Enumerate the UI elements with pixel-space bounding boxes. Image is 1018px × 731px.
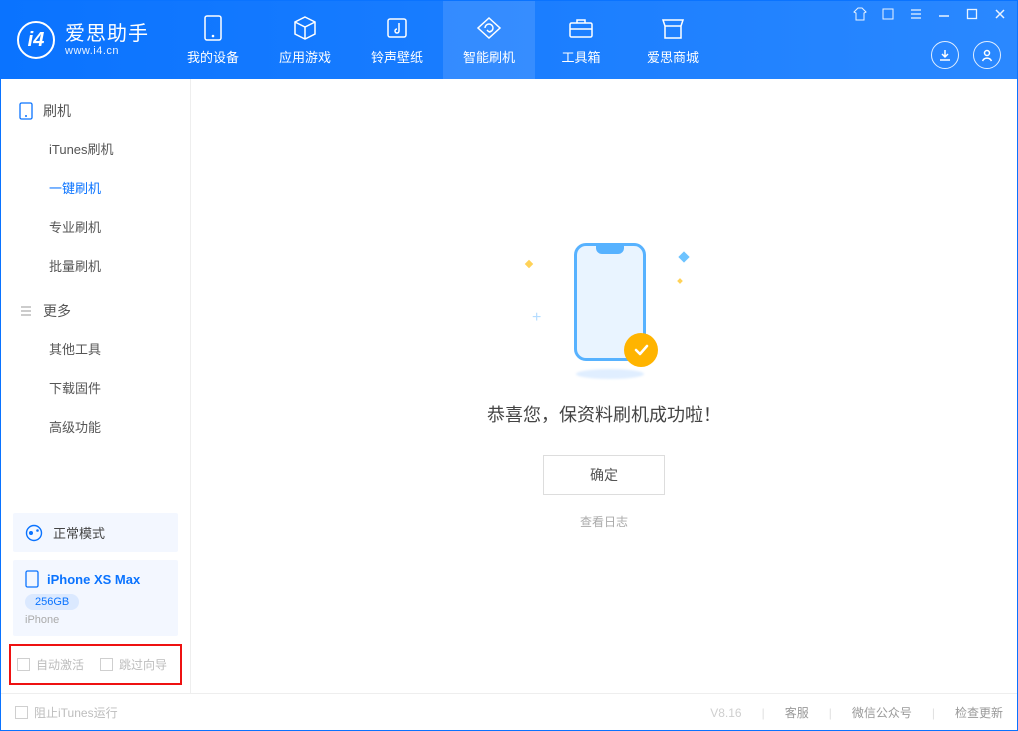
success-message: 恭喜您，保资料刷机成功啦！ [487, 401, 721, 427]
view-log-link[interactable]: 查看日志 [580, 513, 628, 530]
user-icon[interactable] [973, 41, 1001, 69]
tab-ringtones[interactable]: 铃声壁纸 [351, 1, 443, 79]
window-controls [853, 7, 1007, 21]
music-icon [384, 15, 410, 41]
tab-label: 我的设备 [187, 47, 239, 66]
mini-window-icon[interactable] [881, 7, 895, 21]
app-site: www.i4.cn [65, 45, 149, 57]
minimize-icon[interactable] [937, 7, 951, 21]
checkbox-icon [17, 658, 30, 671]
sidebar: 刷机 iTunes刷机 一键刷机 专业刷机 批量刷机 更多 其他工具 下载固件 … [1, 79, 191, 693]
tab-label: 工具箱 [561, 47, 600, 66]
main-tabs: 我的设备 应用游戏 铃声壁纸 智能刷机 工具箱 [167, 1, 719, 79]
sidebar-item-oneclick-flash[interactable]: 一键刷机 [1, 168, 190, 207]
mode-label: 正常模式 [53, 523, 105, 542]
checkbox-icon [15, 706, 28, 719]
group-title: 刷机 [43, 101, 71, 121]
checkbox-label: 跳过向导 [119, 656, 167, 673]
status-bar: 阻止iTunes运行 V8.16 | 客服 | 微信公众号 | 检查更新 [1, 693, 1017, 731]
mode-icon [25, 524, 43, 542]
app-logo: i4 爱思助手 www.i4.cn [1, 21, 167, 59]
sidebar-item-itunes-flash[interactable]: iTunes刷机 [1, 129, 190, 168]
tab-my-device[interactable]: 我的设备 [167, 1, 259, 79]
sidebar-group-more: 更多 [1, 293, 190, 329]
device-card[interactable]: iPhone XS Max 256GB iPhone [13, 560, 178, 636]
tab-label: 智能刷机 [463, 47, 515, 66]
device-icon [200, 15, 226, 41]
check-badge-icon [624, 333, 658, 367]
app-header: i4 爱思助手 www.i4.cn 我的设备 应用游戏 铃声壁纸 [1, 1, 1017, 79]
footer-link-support[interactable]: 客服 [785, 704, 809, 721]
tab-flash[interactable]: 智能刷机 [443, 1, 535, 79]
shop-icon [660, 15, 686, 41]
phone-icon [19, 102, 33, 120]
checkbox-label: 阻止iTunes运行 [34, 704, 118, 721]
sidebar-item-other-tools[interactable]: 其他工具 [1, 329, 190, 368]
checkbox-skip-guide[interactable]: 跳过向导 [100, 656, 167, 673]
sidebar-item-download-firmware[interactable]: 下载固件 [1, 368, 190, 407]
checkbox-block-itunes[interactable]: 阻止iTunes运行 [15, 704, 118, 721]
tab-label: 应用游戏 [279, 47, 331, 66]
maximize-icon[interactable] [965, 7, 979, 21]
tab-label: 爱思商城 [647, 47, 699, 66]
sidebar-group-flash: 刷机 [1, 93, 190, 129]
close-icon[interactable] [993, 7, 1007, 21]
group-title: 更多 [43, 301, 71, 321]
device-icon [25, 570, 39, 588]
menu-icon[interactable] [909, 7, 923, 21]
device-name-label: iPhone XS Max [47, 572, 140, 587]
footer-link-update[interactable]: 检查更新 [955, 704, 1003, 721]
device-capacity: 256GB [25, 594, 79, 610]
checkbox-label: 自动激活 [36, 656, 84, 673]
checkbox-auto-activate[interactable]: 自动激活 [17, 656, 84, 673]
refresh-icon [476, 15, 502, 41]
footer-link-wechat[interactable]: 微信公众号 [852, 704, 912, 721]
logo-icon: i4 [17, 21, 55, 59]
ok-button[interactable]: 确定 [543, 455, 665, 495]
tab-store[interactable]: 爱思商城 [627, 1, 719, 79]
download-icon[interactable] [931, 41, 959, 69]
sidebar-item-batch-flash[interactable]: 批量刷机 [1, 246, 190, 285]
cube-icon [292, 15, 318, 41]
header-actions [931, 41, 1001, 69]
list-icon [19, 304, 33, 318]
device-type: iPhone [25, 614, 166, 626]
tab-apps-games[interactable]: 应用游戏 [259, 1, 351, 79]
toolbox-icon [568, 15, 594, 41]
app-name: 爱思助手 [65, 23, 149, 45]
sidebar-item-pro-flash[interactable]: 专业刷机 [1, 207, 190, 246]
success-illustration: + [554, 243, 654, 373]
tab-toolbox[interactable]: 工具箱 [535, 1, 627, 79]
mode-card[interactable]: 正常模式 [13, 513, 178, 552]
shirt-icon[interactable] [853, 7, 867, 21]
version-label: V8.16 [710, 706, 741, 720]
sidebar-item-advanced[interactable]: 高级功能 [1, 407, 190, 446]
checkbox-icon [100, 658, 113, 671]
tab-label: 铃声壁纸 [371, 47, 423, 66]
main-content: + 恭喜您，保资料刷机成功啦！ 确定 查看日志 [191, 79, 1017, 693]
options-box: 自动激活 跳过向导 [9, 644, 182, 685]
